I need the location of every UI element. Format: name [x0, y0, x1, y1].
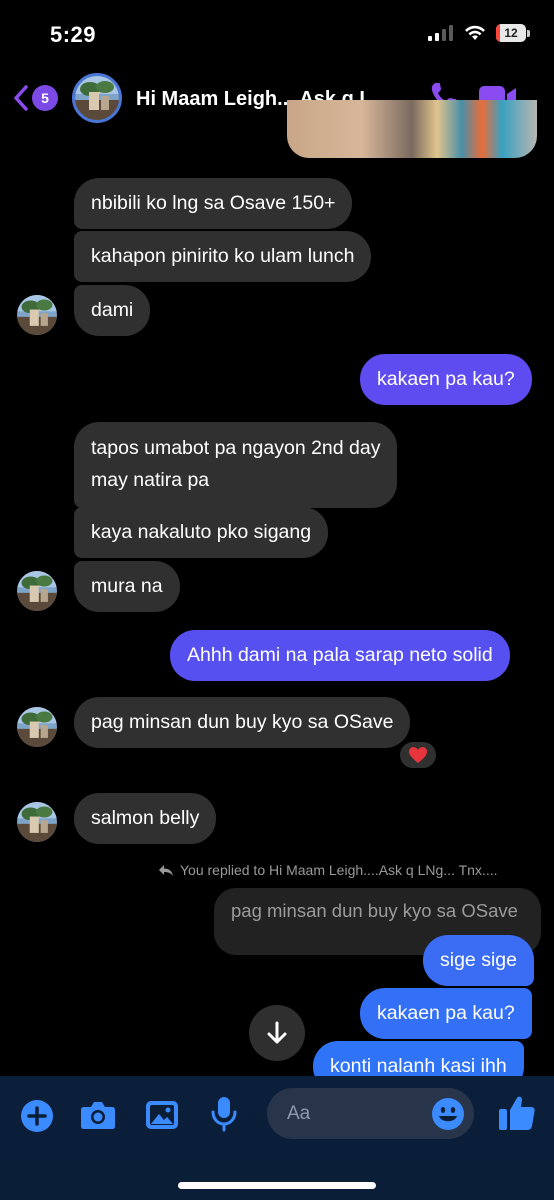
sent-message[interactable]: Ahhh dami na pala sarap neto solid [170, 630, 510, 681]
sent-message[interactable]: kakaen pa kau? [360, 988, 532, 1039]
back-chevron-icon [14, 85, 28, 111]
camera-icon[interactable] [80, 1100, 116, 1130]
battery-fill [496, 24, 500, 42]
message-input[interactable] [287, 1088, 437, 1139]
sender-avatar[interactable] [17, 707, 57, 747]
message-input-box[interactable] [267, 1088, 474, 1139]
battery-percent: 12 [504, 26, 518, 40]
received-message[interactable]: salmon belly [74, 793, 217, 844]
gallery-icon[interactable] [145, 1100, 179, 1130]
cellular-signal-icon [428, 25, 453, 41]
image-message-preview[interactable] [287, 100, 537, 158]
status-bar: 5:29 12 [0, 0, 554, 70]
microphone-icon[interactable] [211, 1096, 237, 1132]
wifi-icon [465, 25, 485, 40]
sender-avatar[interactable] [17, 802, 57, 842]
received-message[interactable]: kahapon pinirito ko ulam lunch [74, 231, 372, 282]
scroll-to-bottom-button[interactable] [249, 1005, 305, 1061]
home-indicator[interactable] [178, 1182, 376, 1189]
reply-context-note: You replied to Hi Maam Leigh....Ask q LN… [158, 862, 498, 878]
sent-message[interactable]: sige sige [423, 935, 534, 986]
battery-indicator: 12 [496, 24, 530, 42]
heart-icon [409, 747, 427, 763]
status-time: 5:29 [50, 22, 97, 47]
heart-reaction[interactable] [398, 740, 438, 770]
emoji-icon[interactable] [431, 1097, 465, 1131]
sent-message[interactable]: kakaen pa kau? [360, 354, 532, 405]
received-message[interactable]: pag minsan dun buy kyo sa OSave [74, 697, 411, 748]
sender-avatar[interactable] [17, 571, 57, 611]
contact-avatar[interactable] [72, 73, 122, 123]
status-icons: 12 [428, 24, 530, 42]
arrow-down-icon [267, 1021, 287, 1044]
received-message[interactable]: nbibili ko lng sa Osave 150+ [74, 178, 353, 229]
unread-count-badge: 5 [32, 85, 58, 111]
plus-icon[interactable] [20, 1099, 54, 1133]
back-button[interactable]: 5 [12, 84, 58, 112]
received-message[interactable]: mura na [74, 561, 180, 612]
reply-arrow-icon [159, 864, 173, 876]
received-message[interactable]: kaya nakaluto pko sigang [74, 507, 329, 558]
thumbs-up-icon[interactable] [498, 1094, 536, 1132]
received-message[interactable]: dami [74, 285, 151, 336]
received-message[interactable]: tapos umabot pa ngayon 2nd day may natira… [74, 422, 398, 508]
sender-avatar[interactable] [17, 295, 57, 335]
